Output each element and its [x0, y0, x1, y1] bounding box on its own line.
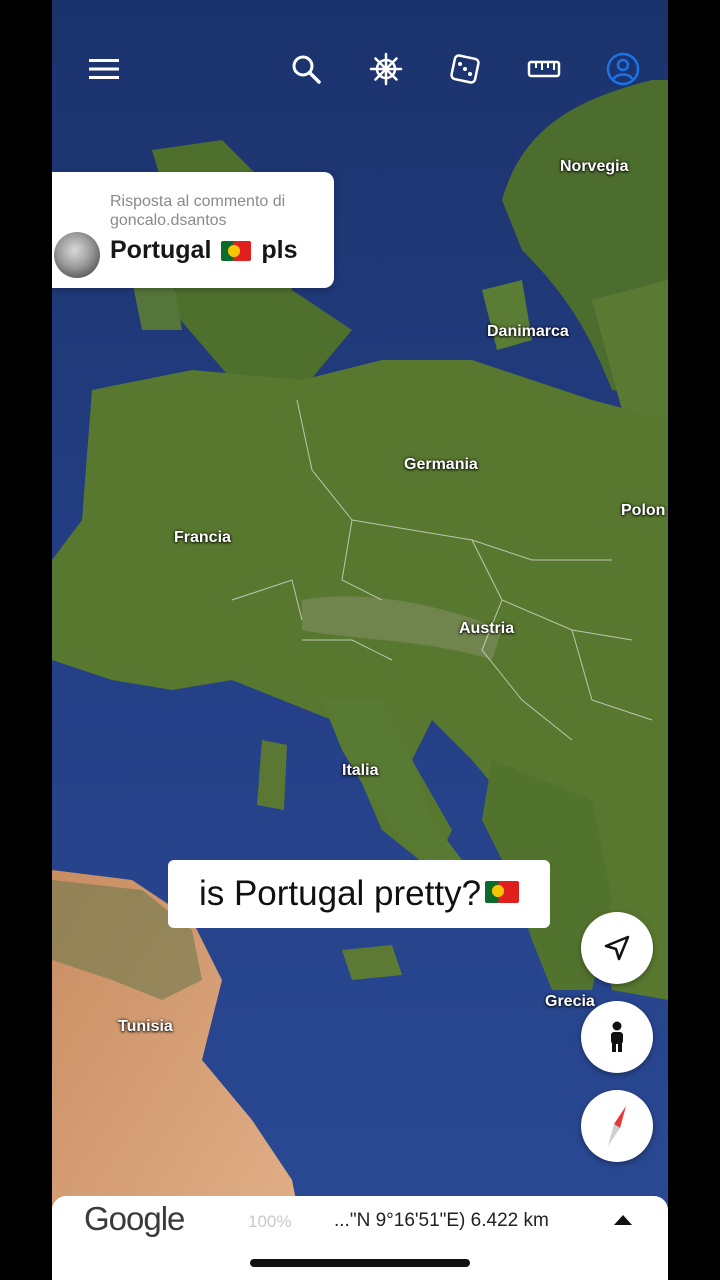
- search-button[interactable]: [283, 46, 329, 92]
- street-view-button[interactable]: [581, 1001, 653, 1073]
- account-button[interactable]: [600, 46, 646, 92]
- map-label-francia: Francia: [174, 529, 231, 546]
- comment-text-after: pls: [261, 236, 298, 264]
- map-viewport[interactable]: Norvegia Danimarca Germania Polon Franci…: [52, 0, 668, 1280]
- map-label-norvegia: Norvegia: [560, 158, 629, 175]
- portugal-flag-icon: [221, 240, 252, 261]
- zoom-level: 100%: [248, 1212, 292, 1231]
- google-logo: Google: [84, 1200, 185, 1237]
- map-label-grecia: Grecia: [545, 993, 595, 1010]
- navigation-arrow-icon: [604, 935, 630, 961]
- compass-button[interactable]: [581, 1090, 653, 1162]
- ruler-icon: [527, 60, 561, 78]
- map-label-tunisia: Tunisia: [118, 1018, 173, 1035]
- map-label-danimarca: Danimarca: [487, 323, 569, 340]
- reply-to-line: Risposta al commento di goncalo.dsantos: [110, 193, 286, 229]
- measure-button[interactable]: [521, 46, 567, 92]
- avatar: [54, 232, 100, 278]
- menu-button[interactable]: [81, 46, 127, 92]
- comment-reply-card: Risposta al commento di goncalo.dsantos …: [52, 172, 334, 288]
- map-label-germania: Germania: [404, 456, 478, 473]
- map-label-italia: Italia: [342, 762, 379, 779]
- hamburger-menu-icon: [89, 59, 119, 79]
- locate-button[interactable]: [581, 912, 653, 984]
- feeling-lucky-button[interactable]: [442, 46, 488, 92]
- caption-text: is Portugal pretty?: [198, 874, 482, 913]
- search-icon: [292, 55, 321, 84]
- comment-text: Portugal pls: [110, 236, 298, 265]
- portugal-flag-icon: [485, 881, 520, 903]
- home-indicator[interactable]: [250, 1259, 470, 1267]
- dice-icon: [450, 54, 480, 84]
- coordinates-readout: ..."N 9°16'51"E) 6.422 km: [334, 1210, 549, 1231]
- compass-icon: [608, 1106, 626, 1146]
- map-label-polonia: Polon: [621, 502, 666, 519]
- map-label-austria: Austria: [459, 620, 515, 637]
- ship-wheel-icon: [369, 52, 403, 86]
- caret-up-icon[interactable]: [614, 1215, 632, 1225]
- account-icon: [606, 52, 640, 86]
- pegman-icon: [611, 1021, 623, 1052]
- video-caption: is Portugal pretty?: [168, 860, 550, 928]
- voyager-button[interactable]: [363, 46, 409, 92]
- comment-text-before: Portugal: [110, 236, 212, 264]
